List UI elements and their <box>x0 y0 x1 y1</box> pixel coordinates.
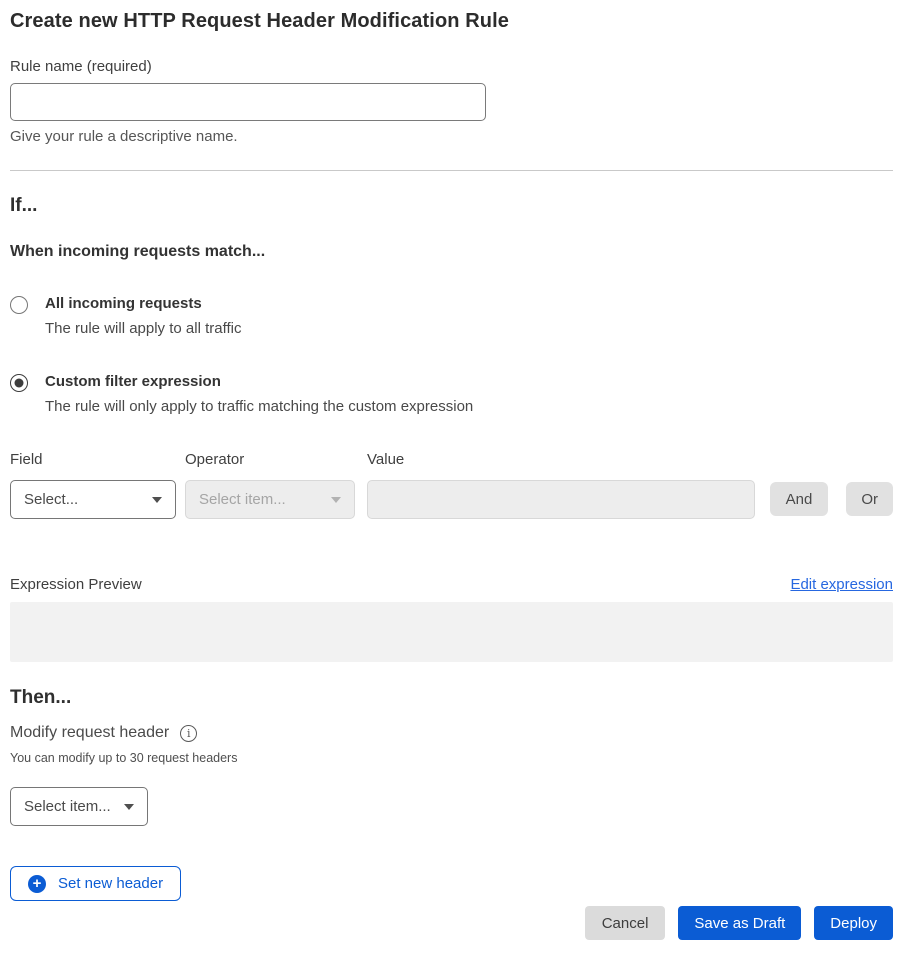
chevron-down-icon <box>152 497 162 503</box>
header-action-select-value: Select item... <box>24 798 111 815</box>
match-options-group: All incoming requests The rule will appl… <box>10 295 893 415</box>
header-action-select[interactable]: Select item... <box>10 787 148 826</box>
page-title: Create new HTTP Request Header Modificat… <box>10 10 893 33</box>
info-icon[interactable] <box>180 725 197 742</box>
value-input <box>367 480 755 519</box>
operator-label: Operator <box>185 451 355 468</box>
match-subheading: When incoming requests match... <box>10 243 893 261</box>
rule-name-input[interactable] <box>10 83 486 121</box>
operator-select: Select item... <box>185 480 355 519</box>
expression-builder-row: Field Select... Operator Select item... … <box>10 451 893 519</box>
expression-preview-label: Expression Preview <box>10 576 142 593</box>
and-button[interactable]: And <box>770 482 829 516</box>
edit-expression-link[interactable]: Edit expression <box>790 576 893 593</box>
header-limit-helper: You can modify up to 30 request headers <box>10 751 893 765</box>
plus-icon <box>28 875 46 893</box>
if-heading: If... <box>10 195 893 217</box>
then-heading: Then... <box>10 687 893 709</box>
section-divider <box>10 170 893 171</box>
operator-select-value: Select item... <box>199 491 286 508</box>
radio-custom-filter-icon[interactable] <box>10 374 28 392</box>
option-all-label: All incoming requests <box>45 295 241 312</box>
option-all-description: The rule will apply to all traffic <box>45 320 241 337</box>
deploy-button[interactable]: Deploy <box>814 906 893 940</box>
modify-request-header-label: Modify request header <box>10 724 169 742</box>
field-label: Field <box>10 451 176 468</box>
chevron-down-icon <box>124 804 134 810</box>
or-button[interactable]: Or <box>846 482 893 516</box>
set-new-header-label: Set new header <box>58 875 163 892</box>
radio-all-incoming-requests-icon[interactable] <box>10 296 28 314</box>
expression-preview-header: Expression Preview Edit expression <box>10 576 893 593</box>
set-new-header-button[interactable]: Set new header <box>10 866 181 901</box>
option-custom-filter-expression[interactable]: Custom filter expression The rule will o… <box>10 373 893 415</box>
chevron-down-icon <box>331 497 341 503</box>
create-rule-page: Create new HTTP Request Header Modificat… <box>0 0 899 940</box>
footer-actions: Cancel Save as Draft Deploy <box>10 906 893 940</box>
value-label: Value <box>367 451 755 468</box>
cancel-button[interactable]: Cancel <box>585 906 666 940</box>
option-custom-label: Custom filter expression <box>45 373 473 390</box>
field-select[interactable]: Select... <box>10 480 176 519</box>
field-select-value: Select... <box>24 491 78 508</box>
expression-preview-box <box>10 602 893 662</box>
rule-name-helper: Give your rule a descriptive name. <box>10 128 893 145</box>
save-as-draft-button[interactable]: Save as Draft <box>678 906 801 940</box>
option-custom-description: The rule will only apply to traffic matc… <box>45 398 473 415</box>
rule-name-section: Rule name (required) Give your rule a de… <box>10 58 893 145</box>
option-all-incoming-requests[interactable]: All incoming requests The rule will appl… <box>10 295 893 337</box>
rule-name-label: Rule name (required) <box>10 58 893 75</box>
